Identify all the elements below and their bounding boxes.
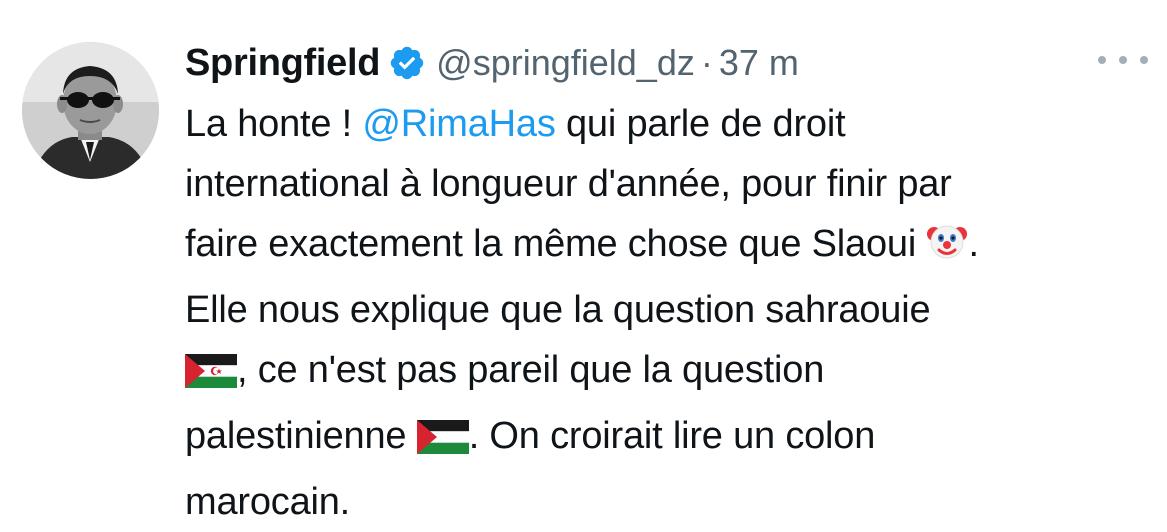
western-sahara-flag-emoji — [185, 346, 237, 406]
palestine-flag-emoji — [416, 412, 469, 472]
text-segment: qui parle de droit — [555, 103, 846, 145]
tweet-line: palestinienne . On croirait lire un colo… — [185, 406, 1145, 472]
clown-face-emoji — [926, 220, 968, 280]
text-segment: . On croirait lire un colon — [468, 415, 876, 457]
tweet-line: Elle nous explique que la question sahra… — [185, 289, 931, 331]
text-segment: La honte ! — [185, 103, 363, 145]
tweet-line: international à longueur d'année, pour f… — [185, 163, 952, 205]
text-segment: palestinienne — [185, 415, 417, 457]
avatar[interactable] — [22, 42, 159, 179]
mention-link[interactable]: @RimaHas — [362, 103, 555, 145]
avatar-image — [22, 42, 159, 179]
author-handle[interactable]: @springfield_dz — [436, 42, 695, 84]
tweet-timestamp[interactable]: 37 m — [719, 42, 799, 84]
tweet-line: La honte ! @RimaHas qui parle de droit — [185, 94, 1145, 154]
tweet-content: Springfield @springfield_dz · 37 m La ho… — [185, 36, 1145, 532]
text-segment: faire exactement la même chose que Slaou… — [185, 223, 927, 265]
dot — [1119, 56, 1127, 64]
tweet-text: La honte ! @RimaHas qui parle de droit i… — [185, 94, 1145, 532]
dot — [1098, 56, 1106, 64]
tweet-line: , ce n'est pas pareil que la question — [185, 340, 1145, 406]
tweet-line: marocain. — [185, 481, 351, 523]
tweet[interactable]: Springfield @springfield_dz · 37 m La ho… — [0, 0, 1167, 523]
tweet-header: Springfield @springfield_dz · 37 m — [185, 36, 1145, 90]
more-options-icon[interactable] — [1098, 48, 1148, 72]
verified-badge-icon — [388, 44, 426, 82]
dot — [1140, 56, 1148, 64]
tweet-line: faire exactement la même chose que Slaou… — [185, 214, 1145, 280]
text-segment: , ce n'est pas pareil que la question — [237, 349, 825, 391]
author-display-name[interactable]: Springfield — [185, 42, 380, 85]
header-separator: · — [700, 42, 713, 83]
text-segment: . — [968, 223, 979, 265]
